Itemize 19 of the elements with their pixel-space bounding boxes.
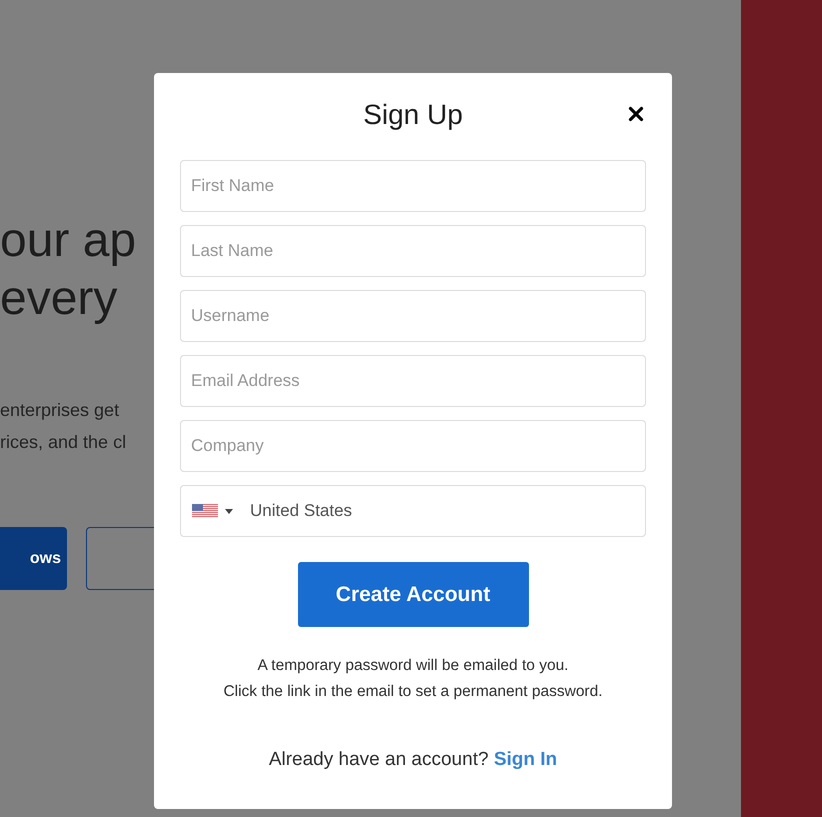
caret-icon (225, 508, 233, 514)
primary-button[interactable]: ows (0, 527, 67, 590)
sign-in-prompt: Already have an account? Sign In (268, 748, 558, 772)
dialog-title: Sign Up (363, 98, 463, 132)
text-field[interactable]: Username (180, 290, 646, 342)
body-text: enterprises get (0, 399, 120, 422)
headline-text: every (0, 271, 118, 327)
text-field[interactable]: First Name (180, 160, 646, 212)
us-flag-icon (192, 504, 218, 518)
create-account-button[interactable]: Create Account (298, 562, 528, 627)
headline-text: our ap (0, 213, 136, 269)
sign-in-link[interactable]: Sign In (494, 749, 558, 770)
text-field[interactable]: Last Name (180, 225, 646, 277)
text-field[interactable]: Company (180, 420, 646, 472)
country-input[interactable]: United States (250, 498, 634, 524)
password-note: A temporary password will be emailed to you. Click the link in the email to set a permanent password. (222, 656, 604, 702)
body-text: rices, and the cl (0, 431, 126, 454)
text-field[interactable]: Email Address (180, 355, 646, 407)
country-field[interactable]: United States (180, 485, 646, 537)
